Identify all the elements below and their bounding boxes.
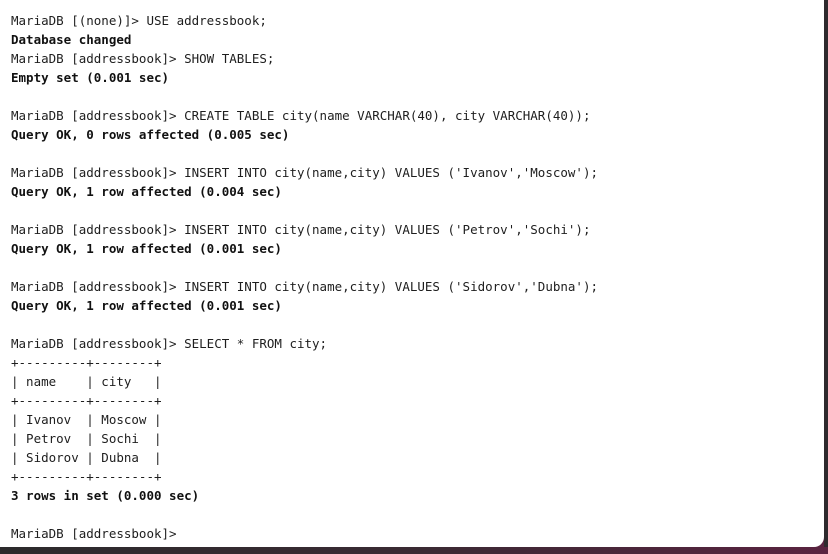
terminal-result-line: Query OK, 1 row affected (0.004 sec)	[11, 184, 282, 199]
terminal-line: | Ivanov | Moscow |	[11, 412, 162, 427]
terminal-result-line: Empty set (0.001 sec)	[11, 70, 170, 85]
terminal-line: MariaDB [(none)]> USE addressbook;	[11, 13, 267, 28]
terminal-result-line: Query OK, 1 row affected (0.001 sec)	[11, 298, 282, 313]
terminal-line: MariaDB [addressbook]> INSERT INTO city(…	[11, 279, 598, 294]
terminal-line: MariaDB [addressbook]> CREATE TABLE city…	[11, 108, 591, 123]
terminal-line: MariaDB [addressbook]> INSERT INTO city(…	[11, 165, 598, 180]
terminal-line: | Petrov | Sochi |	[11, 431, 162, 446]
terminal-window[interactable]: MariaDB [(none)]> USE addressbook; Databa…	[0, 0, 824, 547]
window-edge	[824, 0, 828, 554]
terminal-line: | name | city |	[11, 374, 162, 389]
terminal-line: MariaDB [addressbook]> INSERT INTO city(…	[11, 222, 591, 237]
terminal-result-line: 3 rows in set (0.000 sec)	[11, 488, 200, 503]
terminal-line: MariaDB [addressbook]> SELECT * FROM cit…	[11, 336, 328, 351]
terminal-line: +---------+--------+	[11, 469, 162, 484]
terminal-line: +---------+--------+	[11, 355, 162, 370]
terminal-result-line: Database changed	[11, 32, 132, 47]
terminal-result-line: Query OK, 1 row affected (0.001 sec)	[11, 241, 282, 256]
terminal-line: MariaDB [addressbook]> SHOW TABLES;	[11, 51, 275, 66]
terminal-result-line: Query OK, 0 rows affected (0.005 sec)	[11, 127, 290, 142]
terminal-output[interactable]: MariaDB [(none)]> USE addressbook; Databa…	[11, 11, 816, 543]
terminal-line: MariaDB [addressbook]>	[11, 526, 177, 541]
terminal-line: +---------+--------+	[11, 393, 162, 408]
terminal-line: | Sidorov | Dubna |	[11, 450, 162, 465]
desktop-background	[0, 547, 828, 554]
